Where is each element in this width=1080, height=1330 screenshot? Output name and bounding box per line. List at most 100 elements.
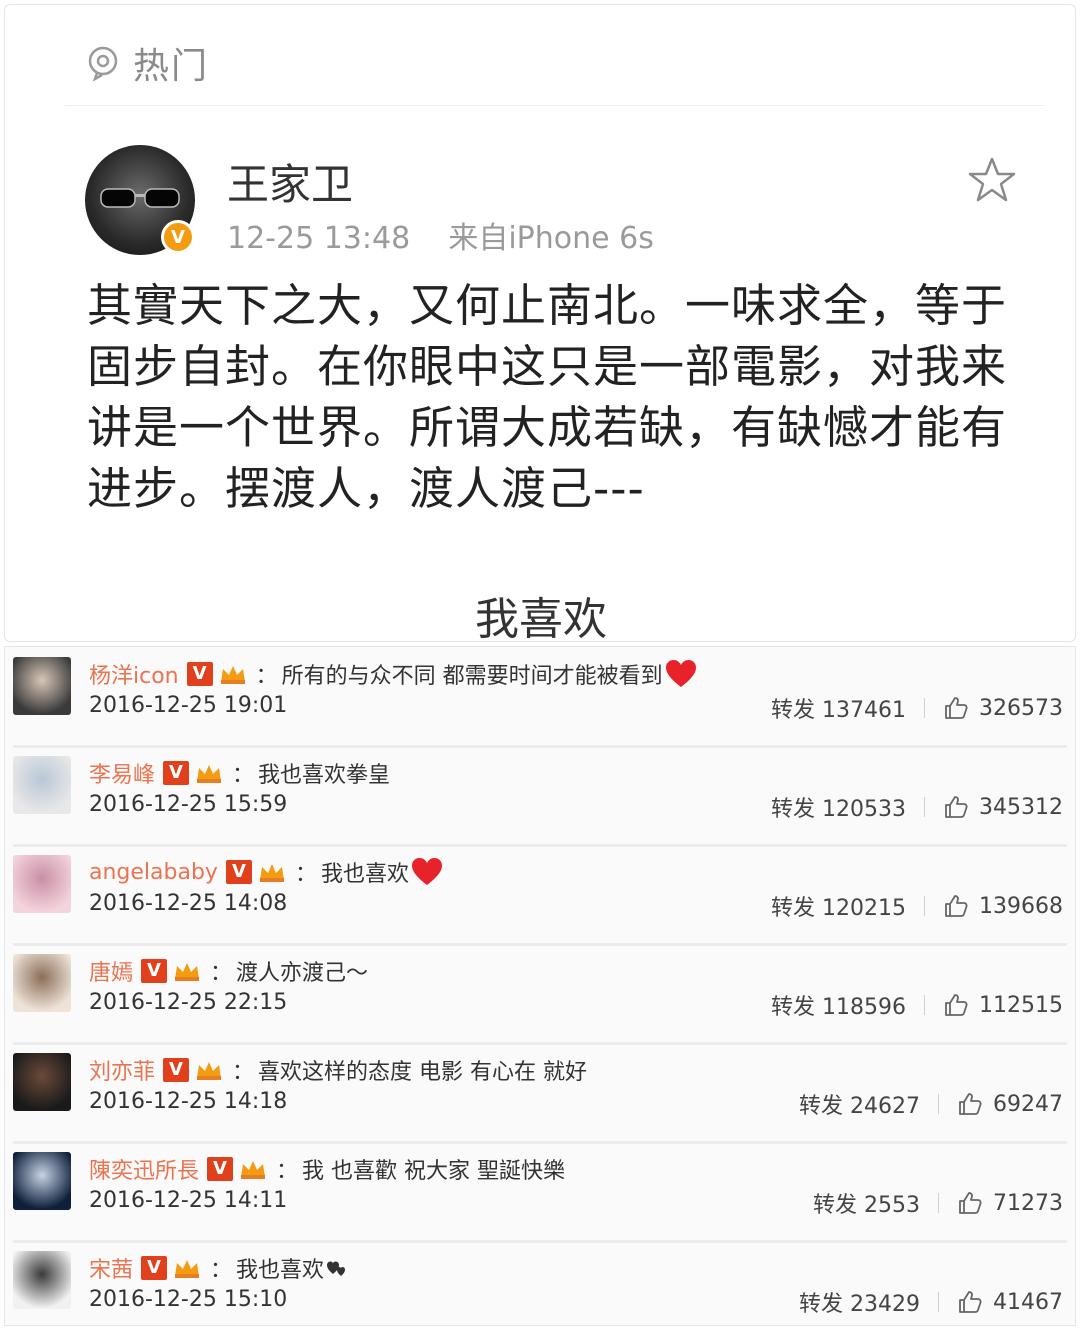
sunglasses-icon	[100, 188, 180, 208]
like-count[interactable]: 41467	[993, 1290, 1063, 1315]
like-count[interactable]: 139668	[979, 894, 1063, 919]
repost-count[interactable]: 转发 120533	[771, 791, 906, 823]
comment-text: 我也喜欢	[236, 1258, 325, 1283]
colon-separator: ：	[210, 961, 233, 986]
comment-row: 唐嫣 V ： 渡人亦渡己～ 2016-12-25 22:15 转发 118596…	[5, 946, 1077, 1045]
comment-text: 我 也喜歡 祝大家 聖誕快樂	[302, 1159, 566, 1184]
comment-row: 宋茜 V ： 我也喜欢 2016-12-25 15:10 转发 23429 41…	[5, 1243, 1077, 1330]
red-heart-icon	[665, 660, 696, 687]
stat-divider	[938, 1193, 939, 1213]
commenter-name[interactable]: 陳奕迅所長	[89, 1153, 199, 1185]
repost-count[interactable]: 转发 118596	[771, 989, 906, 1021]
commenter-name[interactable]: 唐嫣	[89, 955, 133, 987]
commenter-avatar[interactable]	[13, 1152, 71, 1210]
post-time: 12-25 13:48	[227, 221, 411, 256]
thumbs-up-icon[interactable]	[957, 1091, 983, 1117]
vip-crown-badge-icon	[197, 1062, 222, 1080]
verified-v-badge-icon: V	[163, 761, 190, 785]
hot-section-header[interactable]: 热门	[85, 41, 209, 87]
comment-line: 刘亦菲 V ： 喜欢这样的态度 电影 有心在 就好	[89, 1053, 587, 1087]
comment-stats: 转发 118596 112515	[771, 988, 1063, 1022]
colon-separator: ：	[232, 763, 255, 788]
comment-stats: 转发 23429 41467	[799, 1285, 1063, 1319]
comment-row: 李易峰 V ： 我也喜欢拳皇 2016-12-25 15:59 转发 12053…	[5, 748, 1077, 847]
comment-line: angelababy V ： 我也喜欢	[89, 855, 443, 889]
verified-v-badge-icon: V	[186, 662, 213, 686]
like-count[interactable]: 345312	[979, 795, 1063, 820]
comment-line: 宋茜 V ： 我也喜欢	[89, 1251, 348, 1285]
commenter-name[interactable]: 李易峰	[89, 757, 155, 789]
comment-date: 2016-12-25 22:15	[89, 990, 288, 1015]
repost-count[interactable]: 转发 120215	[771, 890, 906, 922]
comment-line: 李易峰 V ： 我也喜欢拳皇	[89, 756, 390, 790]
repost-count[interactable]: 转发 23429	[799, 1286, 920, 1318]
vip-crown-badge-icon	[197, 765, 222, 783]
commenter-name[interactable]: 刘亦菲	[89, 1054, 155, 1086]
post-body-text: 其實天下之大，又何止南北。一味求全，等于固步自封。在你眼中这只是一部電影，对我来…	[87, 279, 1008, 515]
commenter-avatar[interactable]	[13, 756, 71, 814]
weibo-post-card: 热门 V 王家卫 12-25 13:48 来自iPhone 6s 其實天下之大，…	[4, 4, 1076, 645]
comment-stats: 转发 120533 345312	[771, 790, 1063, 824]
thumbs-up-icon[interactable]	[943, 992, 969, 1018]
like-count[interactable]: 326573	[979, 696, 1063, 721]
comment-text: 渡人亦渡己～	[236, 961, 369, 986]
colon-separator: ：	[294, 862, 317, 887]
colon-separator: ：	[255, 664, 278, 689]
post-meta: 12-25 13:48 来自iPhone 6s	[227, 213, 654, 257]
like-count[interactable]: 69247	[993, 1092, 1063, 1117]
thumbs-up-icon[interactable]	[943, 893, 969, 919]
repost-count[interactable]: 转发 24627	[799, 1088, 920, 1120]
comment-text: 所有的与众不同 都需要时间才能被看到	[281, 664, 663, 689]
comment-line: 陳奕迅所長 V ： 我 也喜歡 祝大家 聖誕快樂	[89, 1152, 565, 1186]
thumbs-up-icon[interactable]	[943, 695, 969, 721]
commenter-avatar[interactable]	[13, 657, 71, 715]
comment-text: 我也喜欢拳皇	[258, 763, 391, 788]
like-count[interactable]: 71273	[993, 1191, 1063, 1216]
comment-row: 陳奕迅所長 V ： 我 也喜歡 祝大家 聖誕快樂 2016-12-25 14:1…	[5, 1144, 1077, 1243]
vip-crown-badge-icon	[175, 963, 200, 981]
thumbs-up-icon[interactable]	[943, 794, 969, 820]
commenter-avatar[interactable]	[13, 1251, 71, 1309]
comment-stats: 转发 24627 69247	[799, 1087, 1063, 1121]
commenter-name[interactable]: angelababy	[89, 860, 218, 885]
stat-divider	[924, 995, 926, 1015]
colon-separator: ：	[210, 1258, 233, 1283]
commenter-avatar[interactable]	[13, 1053, 71, 1111]
commenter-name[interactable]: 宋茜	[89, 1252, 133, 1284]
hot-topic-icon	[88, 46, 118, 81]
comment-date: 2016-12-25 19:01	[89, 693, 288, 718]
comment-text: 我也喜欢	[320, 862, 409, 887]
verified-v-badge-icon: V	[141, 959, 168, 983]
comment-line: 唐嫣 V ： 渡人亦渡己～	[89, 954, 368, 988]
favorite-star-icon[interactable]	[967, 155, 1017, 205]
verified-v-badge-icon: V	[207, 1157, 234, 1181]
author-name[interactable]: 王家卫	[227, 151, 353, 212]
comment-date: 2016-12-25 15:10	[89, 1287, 288, 1312]
comment-row: 杨洋icon V ： 所有的与众不同 都需要时间才能被看到 2016-12-25…	[5, 649, 1077, 748]
like-count[interactable]: 112515	[979, 993, 1063, 1018]
commenter-name[interactable]: 杨洋icon	[89, 658, 179, 690]
stat-divider	[924, 797, 926, 817]
header-divider	[65, 105, 1045, 106]
thumbs-up-icon[interactable]	[957, 1190, 983, 1216]
black-hearts-icon	[327, 1261, 346, 1276]
repost-count[interactable]: 转发 137461	[771, 692, 906, 724]
comment-date: 2016-12-25 14:11	[89, 1188, 288, 1213]
comment-date: 2016-12-25 14:08	[89, 891, 288, 916]
vip-crown-badge-icon	[220, 666, 245, 684]
hot-label: 热门	[133, 46, 210, 87]
commenter-avatar[interactable]	[13, 954, 71, 1012]
comment-stats: 转发 2553 71273	[813, 1186, 1063, 1220]
stat-divider	[938, 1292, 939, 1312]
verified-v-badge-icon: V	[225, 860, 252, 884]
thumbs-up-icon[interactable]	[957, 1289, 983, 1315]
vip-crown-badge-icon	[259, 864, 284, 882]
commenter-avatar[interactable]	[13, 855, 71, 913]
comment-row: angelababy V ： 我也喜欢 2016-12-25 14:08 转发 …	[5, 847, 1077, 946]
post-source[interactable]: 来自iPhone 6s	[448, 221, 654, 256]
comment-stats: 转发 137461 326573	[771, 691, 1063, 725]
vip-crown-badge-icon	[175, 1260, 200, 1278]
comment-line: 杨洋icon V ： 所有的与众不同 都需要时间才能被看到	[89, 657, 697, 691]
repost-count[interactable]: 转发 2553	[813, 1187, 920, 1219]
vip-crown-badge-icon	[241, 1161, 266, 1179]
